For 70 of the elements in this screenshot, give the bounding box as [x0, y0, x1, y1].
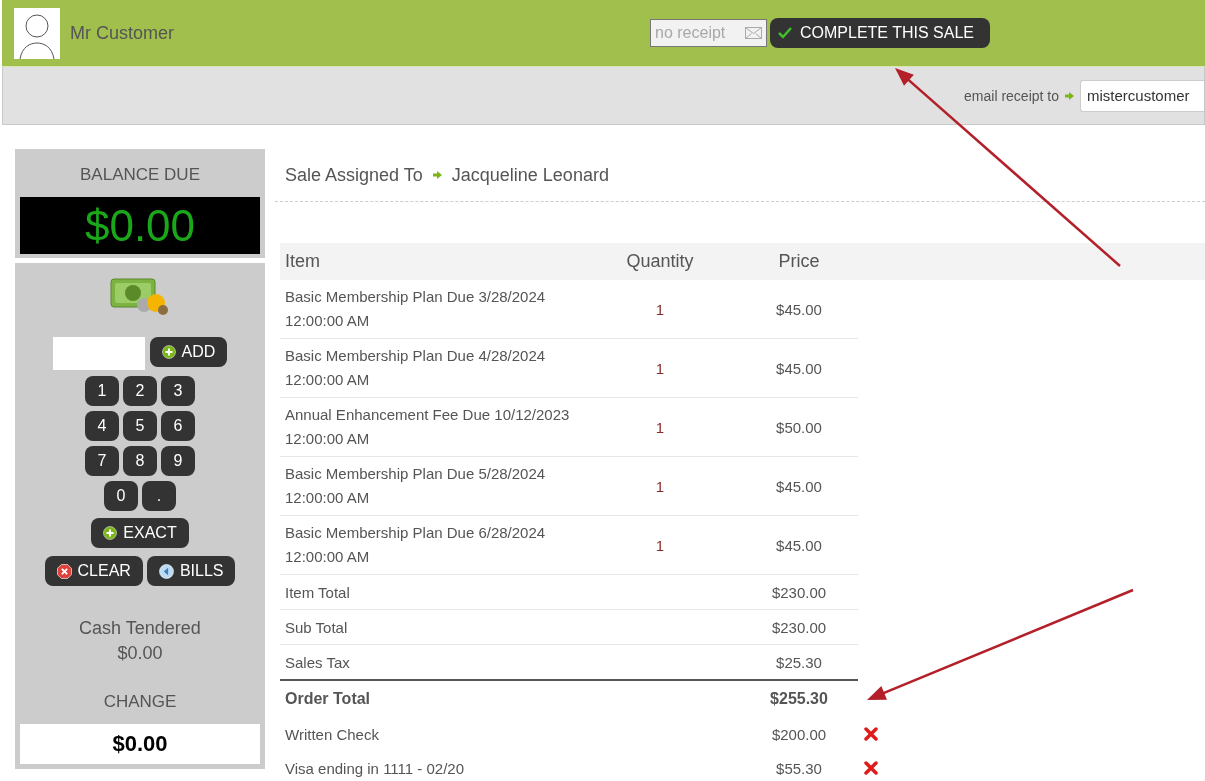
- balance-due-display: $0.00: [20, 197, 260, 254]
- price-cell-text: $45.00: [775, 536, 823, 554]
- keypad-key[interactable]: 4: [85, 411, 119, 441]
- total-amount: $230.00: [770, 583, 828, 601]
- total-label: Item Total: [284, 583, 351, 601]
- cash-tendered-label: Cash Tendered: [79, 618, 201, 639]
- keypad-key[interactable]: 5: [123, 411, 157, 441]
- amount-field[interactable]: [52, 337, 145, 370]
- keypad-key[interactable]: 3: [161, 376, 195, 406]
- item-cell-text: Basic Membership Plan Due 3/28/2024 12:00:00 AM: [284, 287, 547, 331]
- add-button[interactable]: ADD: [149, 337, 228, 367]
- quantity-cell-text: 1: [654, 359, 666, 377]
- rewind-icon: [158, 563, 174, 579]
- plus-icon: [161, 345, 176, 359]
- cash-tendered-amount: $0.00: [117, 643, 163, 664]
- keypad-key[interactable]: 2: [123, 376, 157, 406]
- change-display: $0.00: [20, 724, 260, 764]
- remove-icon[interactable]: [864, 727, 878, 741]
- clear-button[interactable]: CLEAR: [44, 556, 143, 586]
- arrow-icon: [432, 171, 442, 179]
- payment-label: Written Check: [284, 725, 380, 743]
- keypad-key[interactable]: 6: [161, 411, 195, 441]
- keypad-key[interactable]: 8: [123, 446, 157, 476]
- sale-assigned-label: Sale Assigned To: [285, 164, 423, 186]
- receipt-field[interactable]: no receipt: [650, 19, 767, 47]
- total-amount: $255.30: [769, 690, 829, 708]
- item-cell-text: Basic Membership Plan Due 6/28/2024 12:00:00 AM: [284, 523, 547, 567]
- quantity-cell-text: 1: [654, 477, 666, 495]
- email-receipt-label: email receipt to: [964, 87, 1059, 104]
- quantity-cell-text: 1: [654, 418, 666, 436]
- total-label: Sales Tax: [284, 653, 351, 671]
- keypad-key[interactable]: .: [142, 481, 176, 511]
- check-icon: [778, 27, 792, 39]
- column-header: Item: [284, 251, 321, 272]
- remove-icon[interactable]: [864, 761, 878, 775]
- payment-amount: $200.00: [770, 725, 828, 743]
- payment-label: Visa ending in 1111 - 02/20: [284, 759, 466, 777]
- quantity-cell-text: 1: [654, 536, 666, 554]
- keypad-key[interactable]: 1: [85, 376, 119, 406]
- price-cell-text: $45.00: [775, 477, 823, 495]
- column-header: Price: [777, 251, 821, 272]
- total-amount: $25.30: [775, 653, 823, 671]
- column-header: Quantity: [625, 251, 695, 272]
- keypad-key[interactable]: 7: [85, 446, 119, 476]
- complete-sale-button[interactable]: COMPLETE THIS SALE: [770, 18, 990, 48]
- exact-button[interactable]: EXACT: [91, 518, 189, 548]
- change-label: CHANGE: [103, 692, 177, 712]
- payment-amount: $55.30: [775, 759, 823, 777]
- keypad-key[interactable]: 0: [104, 481, 138, 511]
- item-cell-text: Annual Enhancement Fee Due 10/12/2023 12:00:00 AM: [284, 405, 571, 449]
- total-amount: $230.00: [770, 618, 828, 636]
- plus-icon: [103, 526, 118, 540]
- item-cell-text: Basic Membership Plan Due 4/28/2024 12:00:00 AM: [284, 346, 547, 390]
- arrow-icon: [1065, 91, 1074, 100]
- price-cell-text: $45.00: [775, 359, 823, 377]
- keypad-key[interactable]: 9: [161, 446, 195, 476]
- price-cell-text: $45.00: [775, 300, 823, 318]
- quantity-cell-text: 1: [654, 300, 666, 318]
- price-cell-text: $50.00: [775, 418, 823, 436]
- bills-button[interactable]: BILLS: [146, 556, 236, 586]
- envelope-icon: [745, 27, 762, 39]
- balance-due-label: BALANCE DUE: [80, 165, 200, 185]
- item-cell-text: Basic Membership Plan Due 5/28/2024 12:00:00 AM: [284, 464, 547, 508]
- email-field[interactable]: mistercustomer: [1080, 79, 1204, 112]
- total-label: Sub Total: [284, 618, 349, 636]
- x-icon: [56, 563, 72, 579]
- total-label: Order Total: [284, 690, 372, 708]
- assignee-name: Jacqueline Leonard: [451, 164, 609, 186]
- money-icon: [110, 277, 170, 317]
- customer-name: Mr Customer: [70, 22, 174, 44]
